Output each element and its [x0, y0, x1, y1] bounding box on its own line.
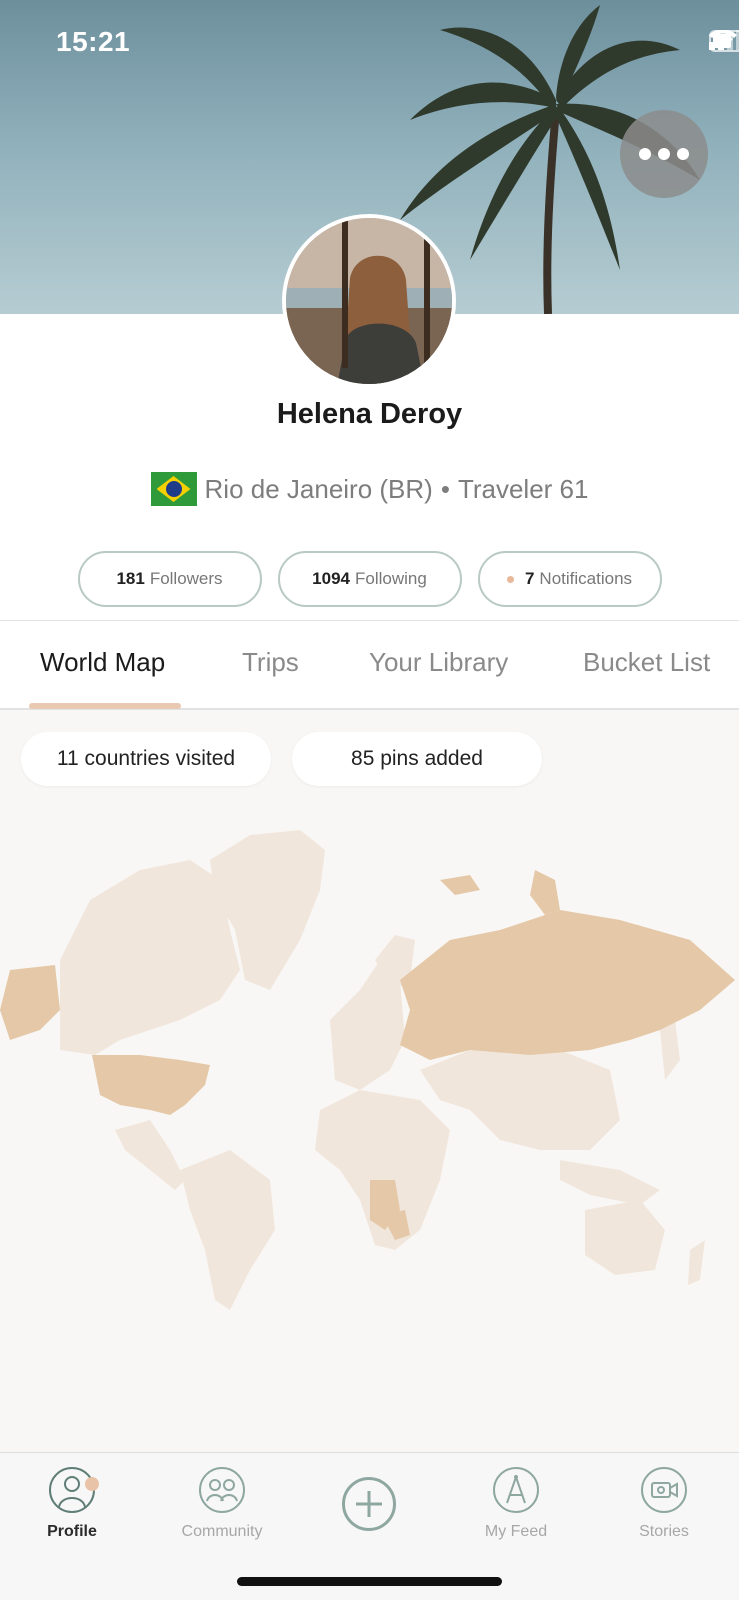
followers-count: 181 — [116, 569, 145, 588]
nav-profile-label: Profile — [47, 1523, 97, 1540]
profile-meta: Rio de Janeiro (BR) • Traveler 61 — [0, 472, 739, 506]
profile-location: Rio de Janeiro (BR) — [204, 473, 433, 504]
more-options-button[interactable] — [620, 110, 708, 198]
nav-my-feed-label: My Feed — [484, 1523, 548, 1540]
map-russia — [400, 910, 735, 1060]
map-indonesia — [560, 1160, 660, 1205]
nav-my-feed[interactable]: My Feed — [461, 1467, 571, 1541]
notifications-label: Notifications — [539, 569, 633, 588]
map-australia — [585, 1200, 665, 1275]
brazil-flag-icon — [150, 472, 197, 506]
profile-name: Helena Deroy — [276, 398, 463, 430]
followers-button[interactable]: 181 Followers — [77, 551, 262, 607]
nav-community-label: Community — [181, 1523, 263, 1540]
map-usa — [92, 1055, 210, 1115]
notifications-count: 7 — [524, 569, 535, 588]
map-south-america — [180, 1150, 275, 1310]
home-indicator[interactable] — [237, 1577, 502, 1586]
avatar[interactable] — [282, 214, 456, 388]
map-novaya-zemlya — [530, 870, 560, 915]
tab-your-library[interactable]: Your Library — [369, 647, 508, 678]
meta-separator: • — [440, 473, 450, 504]
profile-screen: 15:21 Helena Deroy Rio de Janeiro (BR) •… — [0, 0, 739, 1600]
camera-icon — [641, 1467, 687, 1513]
tab-world-map[interactable]: World Map — [40, 647, 165, 678]
notifications-button[interactable]: 7 Notifications — [477, 551, 662, 607]
map-asia-south — [420, 1050, 620, 1150]
nav-stories[interactable]: Stories — [609, 1467, 719, 1541]
profile-badge-dot — [85, 1477, 99, 1491]
compass-icon — [493, 1467, 539, 1513]
active-tab-indicator — [29, 703, 181, 709]
nav-profile[interactable]: Profile — [17, 1467, 127, 1541]
more-dot-icon — [677, 148, 689, 160]
following-count: 1094 — [312, 569, 350, 588]
battery-icon — [709, 30, 739, 52]
add-icon[interactable] — [342, 1477, 396, 1531]
map-svalbard — [440, 875, 480, 895]
more-dot-icon — [639, 148, 651, 160]
map-new-zealand — [688, 1240, 705, 1285]
following-label: Following — [355, 569, 427, 588]
avatar-photo — [286, 218, 452, 384]
map-mexico — [115, 1120, 185, 1190]
tab-bucket-list[interactable]: Bucket List — [583, 647, 710, 678]
following-button[interactable]: 1094 Following — [277, 551, 462, 607]
tab-trips[interactable]: Trips — [242, 647, 299, 678]
map-alaska — [0, 965, 60, 1040]
map-canada — [60, 860, 240, 1055]
notification-dot-icon — [506, 575, 514, 583]
profile-tabs: World Map Trips Your Library Bucket List — [0, 620, 739, 710]
world-map[interactable] — [0, 710, 739, 1452]
profile-icon — [49, 1467, 99, 1513]
more-dot-icon — [658, 148, 670, 160]
status-time: 15:21 — [56, 26, 131, 57]
nav-community[interactable]: Community — [167, 1467, 277, 1541]
stats-row: 181 Followers 1094 Following 7 Notificat… — [0, 551, 739, 607]
profile-rank: Traveler 61 — [457, 473, 589, 504]
world-map-panel: 11 countries visited 85 pins added — [0, 710, 739, 1452]
followers-label: Followers — [149, 569, 223, 588]
community-icon — [199, 1467, 245, 1513]
map-japan — [660, 1020, 680, 1080]
nav-stories-label: Stories — [639, 1523, 689, 1540]
